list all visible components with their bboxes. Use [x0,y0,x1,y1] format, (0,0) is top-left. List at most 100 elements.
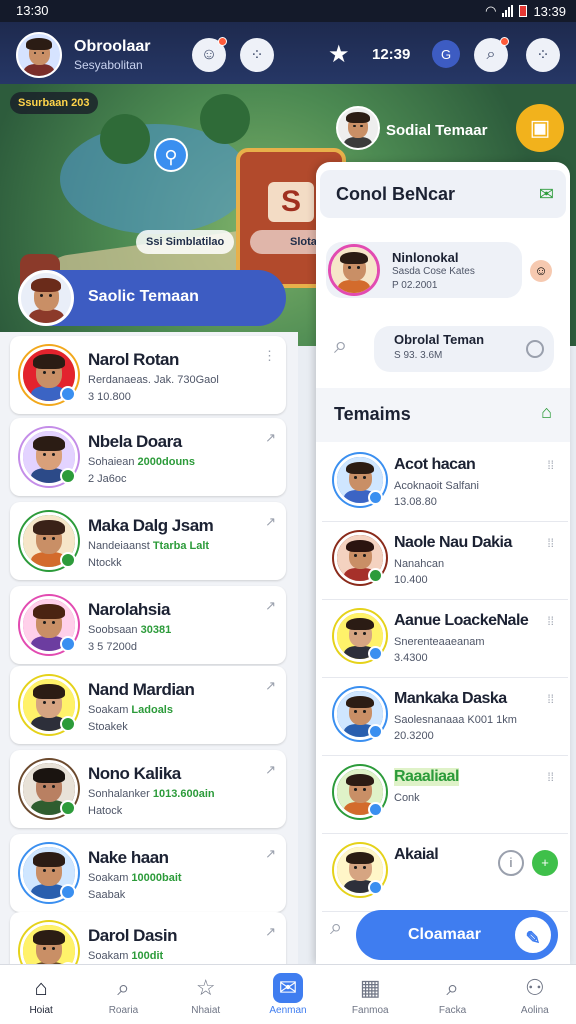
friend-card[interactable]: Darol DasinSoakam 100ditSeakal↗ [10,912,286,964]
more-icon[interactable]: ↗ [265,598,276,614]
chat-icon: ✎ [512,914,554,956]
profile-icon: ⚇ [524,975,545,1000]
friend-status: Soobsaan 30381 [88,624,172,636]
chat-button[interactable]: Cloamaar ✎ [356,910,558,960]
nav-label: Hoiat [29,1005,53,1016]
social-button[interactable]: ▣ [516,104,564,152]
dots-icon: ⁘ [536,47,550,64]
status-dot-icon [368,880,383,895]
wifi-icon: ◠ [485,3,497,18]
status-dot-icon [60,800,76,816]
nav-item-fanmoa[interactable]: ▦ Fanmoa [329,965,411,1024]
emoji-button[interactable]: ☺ [192,37,227,72]
chat-card-date: P 02.2001 [392,280,438,291]
more-icon[interactable]: ↗ [265,924,276,940]
friend-extra: 2000douns [134,456,196,468]
game-button[interactable]: G [432,40,460,68]
friend-card[interactable]: Nand Mardian Soakam Ladoals Stoakek ↗ [10,666,286,744]
search-icon[interactable]: ⌕ [330,914,342,940]
more-button[interactable]: ⁘ [526,38,560,72]
status-dot-icon [368,490,383,505]
user-subtitle: Sesyabolitan [74,58,143,72]
chat-search-sub: S 93. 3.6M [394,350,443,361]
more-icon[interactable]: ↗ [265,846,276,862]
friend-points: 3 5 7200d [88,641,137,653]
friend-status: Acoknaoit Salfani [394,480,479,492]
search-icon: ⌕ [117,975,130,1000]
map-badge: Ssurbaan 203 [10,92,98,114]
find-friend-button[interactable]: Saolic Temaan [18,270,286,326]
star-icon[interactable]: ★ [328,40,350,69]
chat-card[interactable]: Ninlonokal Sasda Cose Kates P 02.2001 [326,242,522,298]
friend-row[interactable]: Naole Nau Dakia Nanahcan 10.400 ⁞⁞ [322,522,568,600]
search-button[interactable]: ⌕ [474,37,509,72]
more-icon[interactable]: ↗ [265,514,276,530]
more-icon[interactable]: ⁞⁞ [547,458,554,472]
chat-card-subtitle: Sasda Cose Kates [392,266,475,277]
friend-status: Soakam Ladoals [88,704,173,716]
nav-item-roaria[interactable]: ⌕ Roaria [82,965,164,1024]
friend-points: 10.400 [394,574,428,586]
nav-label: Aolina [520,1005,549,1016]
friend-card[interactable]: Maka Dalg Jsam Nandeiaanst Ttarba Lalt Nto… [10,502,286,580]
friend-row[interactable]: Raaaliaal Conk ⁞⁞ [322,756,568,834]
find-friend-avatar [18,270,74,326]
nav-label: Roaria [108,1005,139,1016]
social-avatar[interactable] [336,106,380,150]
friend-card[interactable]: Nbela Doara Sohaiean 2000douns 2 Ja6oc ↗ [10,418,286,496]
friend-name: Nand Mardian [88,680,195,699]
user-avatar[interactable] [16,32,62,78]
more-icon[interactable]: ↗ [265,678,276,694]
friend-extra: 30381 [137,624,172,636]
section-title: Temaims [334,404,411,424]
friend-status: Soakam 100dit [88,950,164,962]
add-button[interactable]: + [532,850,558,876]
friend-card[interactable]: Narolahsia Soobsaan 30381 3 5 7200d ↗ [10,586,286,664]
friend-points: 3.4300 [394,652,428,664]
friend-card[interactable]: Narol Rotan Rerdanaeas. Jak. 730Gaol 3 10.… [10,336,286,414]
map-label: Ssi Simblatilao [136,230,235,254]
more-icon[interactable]: ⁞⁞ [547,614,554,628]
home-icon[interactable]: ⌂ [541,402,552,423]
chat-button-label: Cloamaar [408,926,481,943]
more-icon[interactable]: ⁞⁞ [547,692,554,706]
friend-extra: 1013.600ain [149,788,215,800]
more-icon[interactable]: ⁞⁞ [547,536,554,550]
nav-item-hoiat[interactable]: ⌂ Hoiat [0,965,82,1024]
status-dot-icon [60,468,76,484]
chat-panel: Conol BeNcar ✉ Ninlonokal Sasda Cose Kat… [316,162,570,964]
nav-label: Nhaiat [191,1005,221,1016]
nav-item-aolina[interactable]: ⚇ Aolina [494,965,576,1024]
friend-points: 3 10.800 [88,391,131,403]
info-button[interactable]: i [498,850,524,876]
menu-button[interactable]: ⁘ [240,38,274,72]
friend-row[interactable]: Aanue LoackeNale Snerenteaaeanam 3.4300 ⁞⁞ [322,600,568,678]
emoji-icon[interactable]: ☺ [530,260,552,282]
nav-label: Aenman [269,1005,307,1016]
more-icon[interactable]: ↗ [265,430,276,446]
home-icon: ⌂ [34,975,48,1000]
nav-item-nhaiat[interactable]: ☆ Nhaiat [165,965,247,1024]
more-icon[interactable]: ⋮ [263,348,276,364]
radio-icon[interactable] [526,340,544,358]
friend-card[interactable]: Nono Kalika Sonhalanker 1013.600ain Hatock… [10,750,286,828]
friend-row[interactable]: Mankaka Daska Saolesnanaaa K001 1km 20.320… [322,678,568,756]
friend-points: 20.3200 [394,730,434,742]
nav-item-aenman[interactable]: ✉ Aenman [247,965,329,1024]
status-dot-icon [60,716,76,732]
chat-search-card[interactable]: Obrolal Teman S 93. 3.6M [374,326,554,372]
message-icon[interactable]: ✉ [539,184,554,205]
friend-row[interactable]: Akaial i + [322,834,568,912]
signal-icon [502,5,514,17]
more-icon[interactable]: ⁞⁞ [547,770,554,784]
friend-row[interactable]: Acot hacan Acoknaoit Salfani 13.08.80 ⁞⁞ [322,444,568,522]
more-icon[interactable]: ↗ [265,762,276,778]
friend-name: Nono Kalika [88,764,181,783]
search-icon[interactable]: ⌕ [334,332,347,360]
gamepad-icon: G [440,46,452,62]
map-pin-icon[interactable]: ⚲ [154,138,188,172]
calendar-icon: ▦ [359,975,381,1000]
nav-item-facka[interactable]: ⌕ Facka [411,965,493,1024]
friend-card[interactable]: Nake haan Soakam 10000bait Saabak ↗ [10,834,286,912]
friend-points: Ntockk [88,557,122,569]
